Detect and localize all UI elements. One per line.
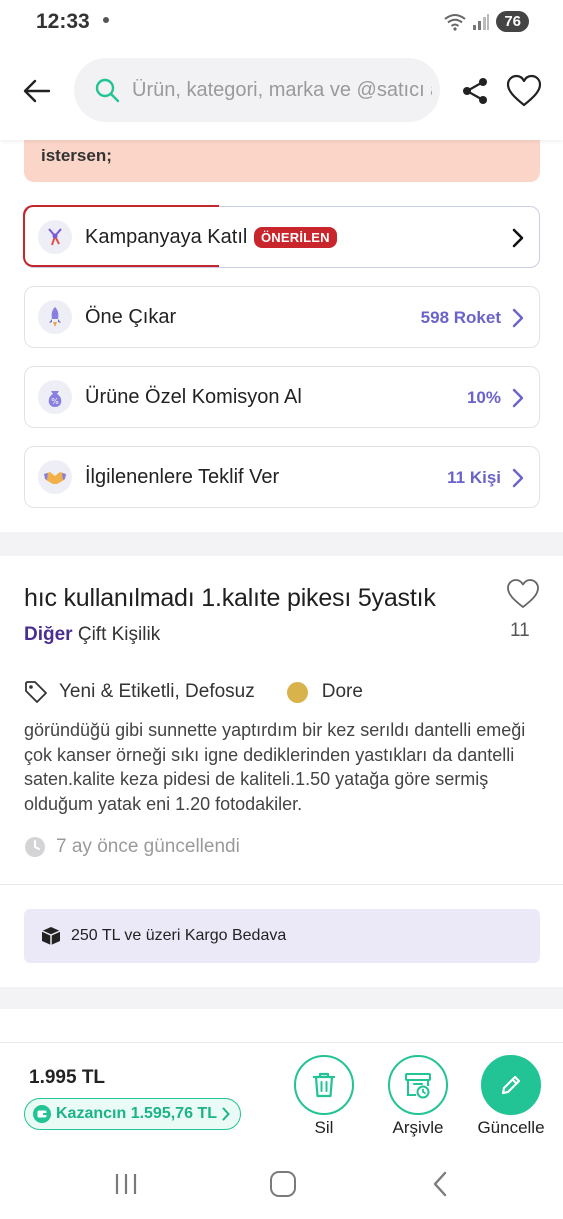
share-icon[interactable]: [459, 75, 491, 107]
chevron-right-icon: [222, 1107, 230, 1121]
recommended-badge: ÖNERİLEN: [254, 227, 337, 248]
color-swatch: [286, 681, 308, 703]
section-separator: [0, 987, 563, 1009]
status-bar: 12:33 76: [0, 0, 563, 44]
rocket-icon: [38, 300, 72, 334]
chevron-right-icon: [512, 228, 524, 248]
offer-label: İlgilenenlere Teklif Ver: [85, 466, 280, 488]
pencil-icon: [501, 1075, 521, 1095]
chevron-right-icon: [512, 308, 524, 328]
status-time: 12:33: [36, 10, 90, 33]
heart-icon[interactable]: [506, 578, 540, 610]
svg-text:%: %: [51, 397, 59, 406]
earnings-pill[interactable]: Kazancın 1.595,76 TL: [24, 1098, 241, 1130]
recent-apps-icon[interactable]: [114, 1173, 138, 1195]
free-shipping-banner: 250 TL ve üzeri Kargo Bedava: [24, 909, 540, 963]
section-separator: [0, 532, 563, 556]
category-sub-link[interactable]: Çift Kişilik: [78, 624, 160, 645]
product-price: 1.995 TL: [29, 1067, 106, 1088]
color-name: Dore: [321, 681, 363, 702]
interested-count: 11 Kişi: [447, 468, 501, 487]
divider: [0, 884, 563, 885]
warning-text: istersen;: [41, 146, 112, 165]
battery-indicator: 76: [496, 11, 529, 32]
category-main-link[interactable]: Diğer: [24, 624, 73, 645]
top-header: [0, 44, 563, 140]
delete-button[interactable]: [294, 1055, 354, 1115]
nav-back-icon[interactable]: [432, 1171, 448, 1197]
free-shipping-text: 250 TL ve üzeri Kargo Bedava: [71, 927, 287, 944]
handshake-icon: [38, 460, 72, 494]
updated-time: 7 ay önce güncellendi: [56, 836, 240, 857]
update-button[interactable]: [481, 1055, 541, 1115]
signal-icon: [473, 13, 490, 30]
chevron-right-icon: [512, 388, 524, 408]
archive-label: Arşivle: [392, 1118, 444, 1137]
like-count: 11: [510, 620, 530, 641]
commission-label: Ürüne Özel Komisyon Al: [85, 386, 302, 408]
condition-row: Yeni & Etiketli, Defosuz Dore: [24, 679, 363, 705]
bottom-action-bar: 1.995 TL Kazancın 1.595,76 TL Sil Arşivl…: [0, 1042, 563, 1146]
campaign-join-card[interactable]: Kampanyaya Katıl ÖNERİLEN: [23, 205, 540, 268]
clock-icon: [25, 837, 45, 857]
wifi-icon: [444, 13, 466, 31]
condition-text: Yeni & Etiketli, Defosuz: [59, 681, 255, 702]
search-icon: [95, 78, 120, 103]
chevron-right-icon: [512, 468, 524, 488]
campaign-icon: [38, 220, 72, 254]
search-input[interactable]: [132, 58, 432, 122]
boost-card[interactable]: Öne Çıkar 598 Roket: [24, 286, 540, 348]
campaign-join-label: Kampanyaya Katıl: [85, 226, 248, 248]
trash-icon: [312, 1072, 336, 1098]
update-label: Güncelle: [477, 1118, 545, 1137]
tag-icon: [25, 681, 47, 703]
heart-icon[interactable]: [506, 74, 542, 108]
commission-value: 10%: [466, 388, 501, 407]
boost-label: Öne Çıkar: [85, 306, 177, 328]
system-nav-bar: [0, 1146, 563, 1219]
home-icon[interactable]: [270, 1171, 296, 1197]
offer-card[interactable]: İlgilenenlere Teklif Ver 11 Kişi: [24, 446, 540, 508]
delete-label: Sil: [314, 1118, 334, 1137]
updated-row: 7 ay önce güncellendi: [24, 836, 240, 858]
earnings-text: Kazancın 1.595,76 TL: [56, 1105, 217, 1122]
commission-card[interactable]: % Ürüne Özel Komisyon Al 10%: [24, 366, 540, 428]
archive-button[interactable]: [388, 1055, 448, 1115]
product-title: hıc kullanılmadı 1.kalıte pikesı 5yastık: [24, 584, 436, 612]
category-breadcrumb: Diğer Çift Kişilik: [24, 624, 160, 646]
rocket-count: 598 Roket: [420, 308, 501, 327]
package-icon: [41, 927, 61, 945]
commission-bag-icon: %: [38, 380, 72, 414]
notification-dot-icon: [103, 17, 109, 23]
back-arrow-icon[interactable]: [20, 74, 54, 108]
status-icons: 76: [444, 11, 529, 32]
wallet-icon: [33, 1105, 51, 1123]
search-bar[interactable]: [74, 58, 440, 122]
product-description: göründüğü gibi sunnette yaptırdım bir ke…: [24, 720, 526, 814]
archive-icon: [405, 1073, 431, 1099]
